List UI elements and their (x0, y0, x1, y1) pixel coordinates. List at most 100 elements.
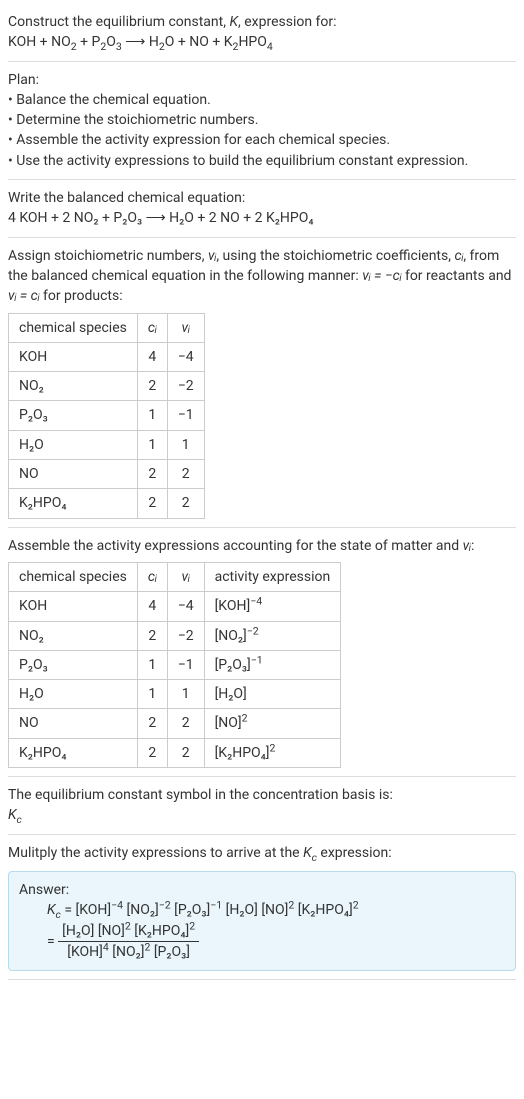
table-row: K₂HPO₄22 (9, 489, 205, 518)
p3e: −1 (210, 899, 222, 912)
cell-sp: NO (9, 460, 138, 489)
ans-eq: = (61, 902, 76, 918)
p5b: [NO] (261, 902, 288, 918)
multiply-section: Mulitply the activity expressions to arr… (8, 835, 516, 980)
cell-activity: [KOH]−4 (204, 592, 341, 621)
balanced-eq: 4 KOH + 2 NO₂ + P₂O₃ ⟶ H₂O + 2 NO + 2 K₂… (8, 208, 516, 228)
table-header-row: chemical species cᵢ νᵢ activity expressi… (9, 562, 341, 591)
cell-n: −1 (167, 401, 204, 430)
eq-left-2: + P (77, 34, 101, 50)
p6b: [K₂HPO₄] (298, 902, 353, 918)
table-row: KOH4 −4[KOH]−4 (9, 592, 341, 621)
frac-num: [H₂O] [NO]2 [K₂HPO₄]2 (58, 921, 199, 942)
cell-sp: KOH (9, 342, 138, 371)
cell-sp: H₂O (9, 680, 138, 709)
table-header-row: chemical species cᵢ νᵢ (9, 313, 205, 342)
assign-t5: for products: (40, 288, 123, 304)
balanced-section: Write the balanced chemical equation: 4 … (8, 180, 516, 238)
act-exp: 2 (270, 741, 276, 754)
cell-activity: [NO₂]−2 (204, 621, 341, 650)
cell-c: 2 (137, 621, 167, 650)
den-a: [KOH] (67, 944, 103, 960)
num-ce: 2 (189, 919, 195, 932)
p2b: [NO₂] (127, 902, 159, 918)
eq-left-1: KOH + NO (8, 34, 71, 50)
assemble-text: Assemble the activity expressions accoun… (8, 536, 516, 556)
table-row: H₂O11 (9, 430, 205, 459)
cell-n: 2 (167, 489, 204, 518)
table-row: KOH4−4 (9, 342, 205, 371)
act-exp: −1 (251, 653, 263, 666)
table-row: P₂O₃1−1[P₂O₃]−1 (9, 650, 341, 679)
den-c: [P₂O₃] (154, 944, 190, 960)
p1b: [KOH] (76, 902, 112, 918)
intro-section: Construct the equilibrium constant, K, e… (8, 4, 516, 62)
cell-sp: P₂O₃ (9, 401, 138, 430)
cell-n: 1 (167, 680, 204, 709)
plan-section: Plan: • Balance the chemical equation. •… (8, 62, 516, 180)
symbol-Kc: Kc (8, 805, 516, 825)
assemble-t2: : (471, 538, 474, 554)
den-b: [NO₂] (112, 944, 144, 960)
table-row: NO22[NO]2 (9, 709, 341, 738)
cell-c: 4 (137, 342, 167, 371)
eq-right-1: H (149, 34, 159, 50)
cell-n: 2 (167, 738, 204, 767)
cell-c: 2 (137, 460, 167, 489)
cell-sp: H₂O (9, 430, 138, 459)
th-nu: νᵢ (167, 313, 204, 342)
mult-K: K (303, 845, 312, 861)
den-ae: 4 (103, 940, 109, 953)
plan-b2: • Determine the stoichiometric numbers. (8, 110, 516, 130)
cell-activity: [H₂O] (204, 680, 341, 709)
cell-sp: NO (9, 709, 138, 738)
cell-sp: K₂HPO₄ (9, 738, 138, 767)
p1e: −4 (111, 899, 123, 912)
table-row: K₂HPO₄22[K₂HPO₄]2 (9, 738, 341, 767)
cell-sp: NO₂ (9, 621, 138, 650)
symbol-line1: The equilibrium constant symbol in the c… (8, 785, 516, 805)
assign-rel1: νᵢ = −cᵢ (362, 268, 401, 284)
cell-n: 2 (167, 709, 204, 738)
act-base: [NO₂] (215, 628, 247, 644)
eq-right-2: O + NO + K (165, 34, 233, 50)
mult-t1: Mulitply the activity expressions to arr… (8, 845, 303, 861)
th-nu: νᵢ (167, 562, 204, 591)
intro-equation: KOH + NO2 + P2O3 ⟶ H2O + NO + K2HPO4 (8, 32, 516, 52)
cell-c: 1 (137, 650, 167, 679)
frac-den: [KOH]4 [NO₂]2 [P₂O₃] (58, 942, 199, 962)
p4b: [H₂O] (226, 902, 258, 918)
th-activity: activity expression (204, 562, 341, 591)
cell-activity: [P₂O₃]−1 (204, 650, 341, 679)
cell-c: 4 (137, 592, 167, 621)
intro-K: K (229, 14, 238, 30)
cell-c: 2 (137, 738, 167, 767)
table-row: NO₂2−2[NO₂]−2 (9, 621, 341, 650)
assign-ci: cᵢ (454, 248, 463, 264)
th-species: chemical species (9, 562, 138, 591)
cell-sp: NO₂ (9, 372, 138, 401)
th-species: chemical species (9, 313, 138, 342)
num-be: 2 (125, 919, 131, 932)
answer-fraction: [H₂O] [NO]2 [K₂HPO₄]2 [KOH]4 [NO₂]2 [P₂O… (58, 921, 199, 963)
p5e: 2 (288, 899, 294, 912)
ans-eq2: = (47, 933, 58, 949)
answer-line1: Kc = [KOH]−4 [NO₂]−2 [P₂O₃]−1 [H₂O] [NO]… (47, 900, 505, 920)
table-row: H₂O11[H₂O] (9, 680, 341, 709)
cell-c: 1 (137, 430, 167, 459)
assemble-nu: νᵢ (463, 538, 471, 554)
answer-box: Answer: Kc = [KOH]−4 [NO₂]−2 [P₂O₃]−1 [H… (8, 871, 516, 971)
Kc-K: K (8, 807, 17, 823)
answer-body: Kc = [KOH]−4 [NO₂]−2 [P₂O₃]−1 [H₂O] [NO]… (19, 900, 505, 962)
assign-t1: Assign stoichiometric numbers, (8, 248, 208, 264)
ans-K: K (47, 902, 56, 918)
balanced-title: Write the balanced chemical equation: (8, 188, 516, 208)
act-exp: −4 (250, 595, 262, 608)
cell-sp: KOH (9, 592, 138, 621)
cell-c: 2 (137, 489, 167, 518)
intro-line1: Construct the equilibrium constant, K, e… (8, 12, 516, 32)
act-base: [K₂HPO₄] (215, 745, 270, 761)
plan-b1: • Balance the chemical equation. (8, 90, 516, 110)
th-ci: cᵢ (137, 562, 167, 591)
cell-activity: [NO]2 (204, 709, 341, 738)
